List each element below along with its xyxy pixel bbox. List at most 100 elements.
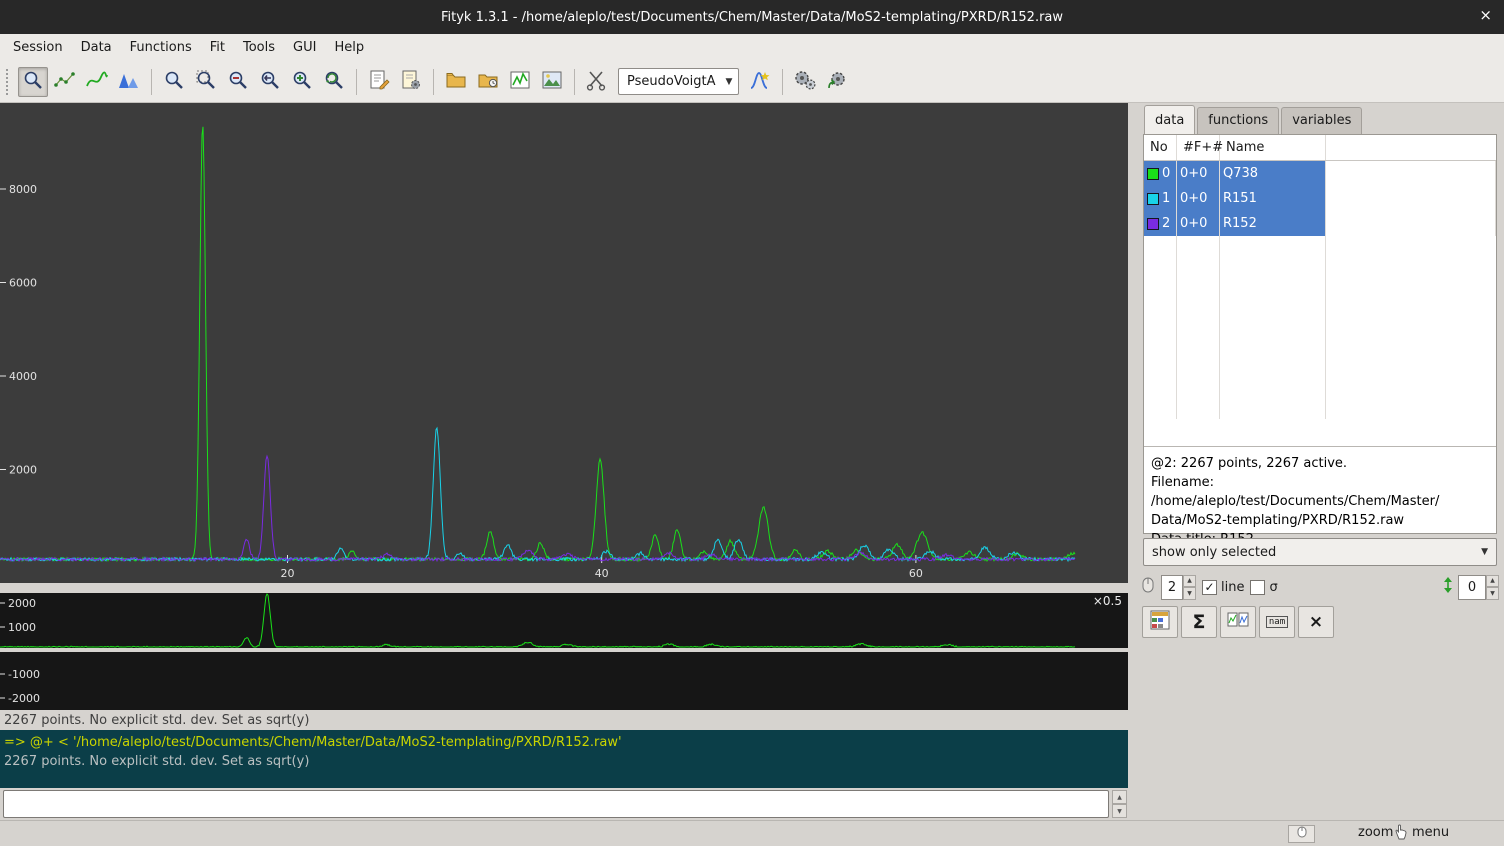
dataset-no: 1: [1162, 191, 1170, 206]
statusbar: zoom menu: [0, 820, 1504, 846]
menu-item-help[interactable]: Help: [325, 36, 373, 59]
tab-functions[interactable]: functions: [1197, 107, 1279, 134]
toolbar-separator: [782, 69, 783, 95]
data-list-panel: No #F+# Name 00+0Q73810+0R15120+0R152 @2…: [1143, 134, 1497, 534]
dataset-fplus: 0+0: [1180, 216, 1207, 231]
open-recent-button[interactable]: [473, 67, 503, 97]
svg-text:6000: 6000: [9, 277, 37, 290]
svg-text:60: 60: [909, 567, 923, 580]
delete-dataset-button[interactable]: ×: [1298, 606, 1334, 638]
dataset-info: @2: 2267 points, 2267 active.Filename: /…: [1144, 449, 1496, 549]
dataset-fplus: 0+0: [1180, 191, 1207, 206]
menu-item-tools[interactable]: Tools: [234, 36, 284, 59]
point-size-icon: [1141, 576, 1155, 598]
magnifier-refresh-icon: [323, 69, 345, 95]
sum-datasets-button[interactable]: Σ: [1181, 606, 1217, 638]
table-empty-area: [1144, 236, 1496, 419]
chevron-down-icon: ▼: [716, 77, 733, 87]
script-edit-icon: [368, 69, 390, 95]
chevron-down-icon: ▼: [1481, 547, 1488, 557]
zoom-selection-button[interactable]: [191, 67, 221, 97]
column-header-name[interactable]: Name: [1220, 135, 1326, 160]
aux-plot-2[interactable]: -1000-2000: [0, 652, 1128, 710]
zoom-mode-button[interactable]: [18, 67, 48, 97]
save-session-button[interactable]: [505, 67, 535, 97]
filter-dropdown[interactable]: show only selected ▼: [1143, 538, 1497, 566]
zoom-in-button[interactable]: [287, 67, 317, 97]
line-checkbox[interactable]: ✓: [1202, 580, 1217, 595]
menu-item-session[interactable]: Session: [4, 36, 72, 59]
aux-scale-label: ×0.5: [1093, 594, 1122, 608]
data-range-mode-button[interactable]: [50, 67, 80, 97]
table-row[interactable]: 00+0Q738: [1144, 161, 1496, 186]
zoom-out-button[interactable]: [223, 67, 253, 97]
stepper-up-icon[interactable]: ▲: [1486, 575, 1499, 588]
open-folder-icon: [445, 69, 467, 95]
menu-item-functions[interactable]: Functions: [121, 36, 201, 59]
dataset-name: R152: [1223, 216, 1257, 231]
menu-item-gui[interactable]: GUI: [284, 36, 325, 59]
close-window-button[interactable]: ×: [1479, 8, 1492, 23]
console-line: 2267 points. No explicit std. dev. Set a…: [4, 752, 1124, 771]
sigma-checkbox-label: σ: [1269, 580, 1277, 595]
history-down-icon[interactable]: ▼: [1112, 804, 1127, 818]
stepper-down-icon[interactable]: ▼: [1486, 587, 1499, 600]
command-history-spinner[interactable]: ▲ ▼: [1112, 790, 1127, 818]
edit-script-button[interactable]: [364, 67, 394, 97]
console-output-area: => @+ < '/home/aleplo/test/Documents/Che…: [0, 730, 1128, 788]
rename-icon: nam: [1266, 616, 1288, 628]
export-image-button[interactable]: [537, 67, 567, 97]
tab-data[interactable]: data: [1144, 105, 1195, 134]
function-type-value: PseudoVoigtA: [627, 74, 716, 89]
table-row[interactable]: 2 0+0 R152: [1144, 211, 1496, 236]
copy-function-button[interactable]: [1220, 606, 1256, 638]
svg-text:-1000: -1000: [8, 668, 40, 681]
dataset-name: R151: [1223, 191, 1257, 206]
command-input[interactable]: [3, 790, 1109, 818]
svg-text:4000: 4000: [9, 370, 37, 383]
table-row[interactable]: 1 0+0 R151: [1144, 186, 1496, 211]
window-title: Fityk 1.3.1 - /home/aleplo/test/Document…: [441, 10, 1063, 25]
menu-item-data[interactable]: Data: [72, 36, 121, 59]
sigma-checkbox[interactable]: [1250, 580, 1265, 595]
add-function-button[interactable]: [745, 67, 775, 97]
peak-add-icon: [749, 69, 771, 95]
line-checkbox-label: line: [1221, 580, 1244, 595]
background-mode-button[interactable]: [82, 67, 112, 97]
sidebar: datafunctionsvariables No #F+# Name 00+0…: [1136, 103, 1504, 820]
statusbar-zoom-label: zoom: [1358, 825, 1393, 840]
dataset-no: 2: [1162, 216, 1170, 231]
statusbar-mouse-box[interactable]: [1288, 825, 1315, 843]
column-header-fplus[interactable]: #F+#: [1177, 135, 1220, 160]
clear-button[interactable]: [582, 67, 612, 97]
zoom-previous-button[interactable]: [255, 67, 285, 97]
tab-variables[interactable]: variables: [1281, 107, 1362, 134]
undo-fit-button[interactable]: [822, 67, 852, 97]
menu-item-fit[interactable]: Fit: [201, 36, 234, 59]
function-type-select[interactable]: PseudoVoigtA ▼: [618, 68, 739, 95]
rename-dataset-button[interactable]: nam: [1259, 606, 1295, 638]
mouse-icon: [1296, 826, 1308, 842]
stepper-up-icon[interactable]: ▲: [1183, 575, 1196, 588]
dataset-editor-button[interactable]: [1142, 606, 1178, 638]
history-up-icon[interactable]: ▲: [1112, 790, 1127, 804]
point-size-stepper[interactable]: 2 ▲▼: [1161, 575, 1196, 600]
column-header-no[interactable]: No: [1144, 135, 1177, 160]
output-console[interactable]: 2267 points. No explicit std. dev. Set a…: [0, 712, 1128, 790]
svg-text:40: 40: [595, 567, 609, 580]
toolbar-grip[interactable]: [6, 69, 12, 95]
shift-updown-icon: [1442, 576, 1454, 598]
magnifier-minus-icon: [227, 69, 249, 95]
run-script-button[interactable]: [396, 67, 426, 97]
open-file-button[interactable]: [441, 67, 471, 97]
peak-icon: [118, 69, 140, 95]
run-fit-button[interactable]: [790, 67, 820, 97]
stepper-down-icon[interactable]: ▼: [1183, 587, 1196, 600]
main-plot[interactable]: 8000600040002000204060: [0, 103, 1128, 583]
shift-stepper[interactable]: 0 ▲▼: [1458, 575, 1499, 600]
dataset-name: Q738: [1223, 166, 1258, 181]
aux-plot-1[interactable]: 20001000 ×0.5: [0, 593, 1128, 648]
add-peak-mode-button[interactable]: [114, 67, 144, 97]
zoom-all-button[interactable]: [159, 67, 189, 97]
zoom-auto-button[interactable]: [319, 67, 349, 97]
